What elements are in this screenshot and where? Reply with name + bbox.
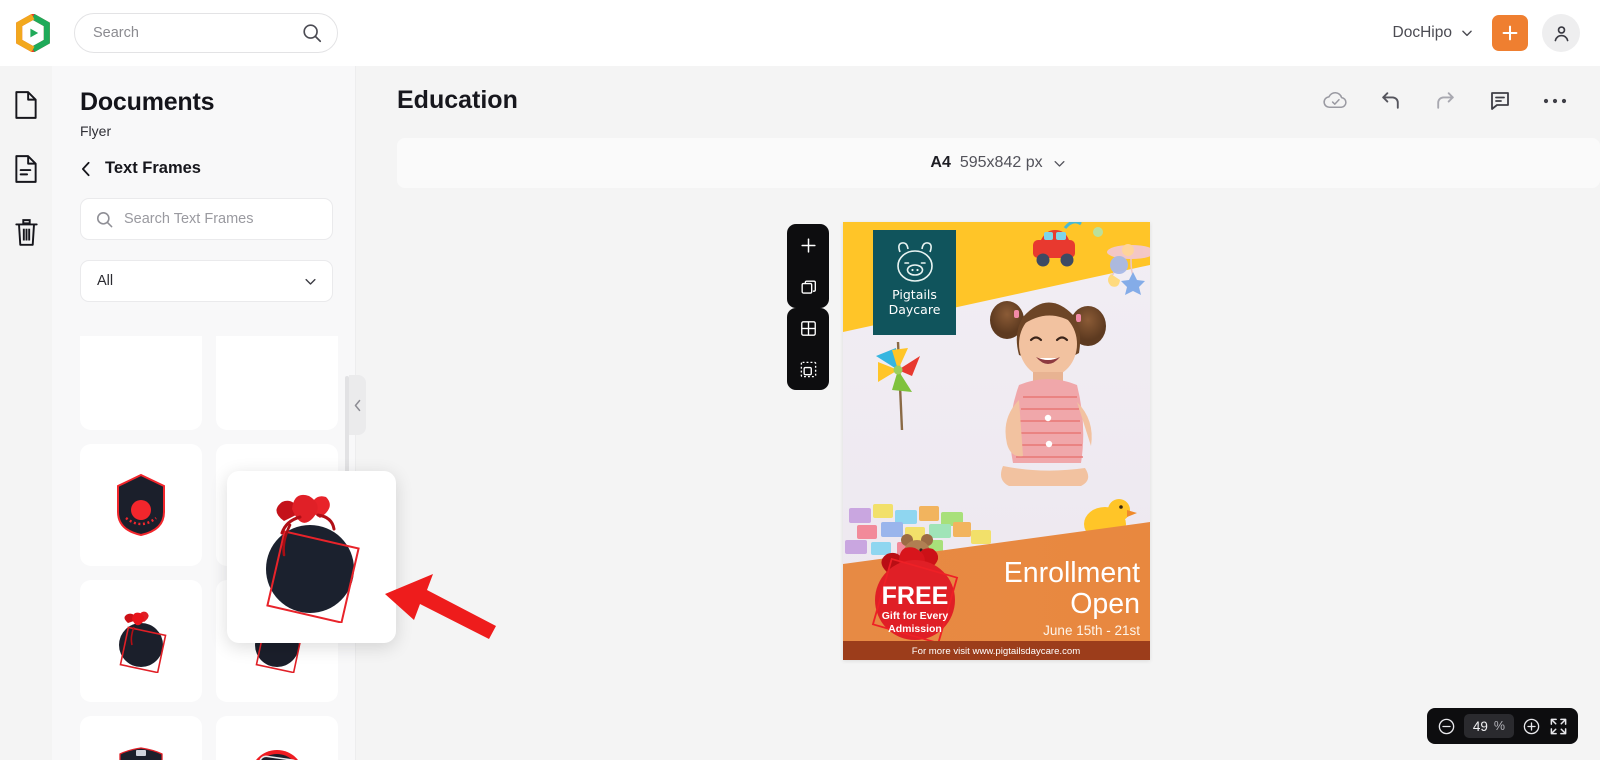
list-item[interactable]: [80, 336, 202, 430]
page-title: Education: [397, 86, 518, 114]
cloud-saved-button[interactable]: [1323, 88, 1348, 113]
add-page-button[interactable]: [793, 230, 823, 260]
undo-arrow-icon: [1382, 92, 1399, 109]
documents-side-panel: Documents Flyer Text Frames All: [52, 66, 356, 760]
minus-circle-icon: [1438, 718, 1455, 734]
left-icon-rail: [0, 66, 52, 760]
duplicate-page-button[interactable]: [793, 272, 823, 302]
list-item[interactable]: [216, 336, 338, 430]
select-area-button[interactable]: [793, 355, 823, 385]
chevron-left-icon: [82, 161, 90, 176]
dochipo-hexagon-play-logo-icon: [16, 14, 50, 52]
redo-arrow-icon: [1437, 92, 1454, 109]
expand-arrows-icon: [1550, 718, 1567, 734]
create-new-button[interactable]: [1492, 15, 1528, 51]
list-item[interactable]: [216, 716, 338, 760]
list-item[interactable]: [80, 580, 202, 702]
grid-view-button[interactable]: [793, 314, 823, 344]
dochipo-editor-app: DocHipo: [0, 0, 1600, 760]
zoom-out-button[interactable]: [1437, 717, 1456, 736]
zoom-level-field[interactable]: 49 %: [1463, 714, 1514, 738]
blank-document-icon: [15, 91, 37, 119]
chevron-down-icon: [305, 278, 316, 285]
global-search[interactable]: [74, 13, 338, 53]
comment-icon: [1491, 91, 1509, 110]
cloud-check-icon: [1323, 91, 1347, 109]
sidebar-item-documents[interactable]: [9, 88, 43, 122]
zoom-level-value: 49: [1472, 718, 1488, 734]
sidebar-item-trash[interactable]: [9, 216, 43, 250]
duplicate-layers-icon: [800, 279, 816, 294]
comments-button[interactable]: [1488, 89, 1512, 113]
panel-title: Documents: [80, 88, 215, 116]
search-input[interactable]: [93, 25, 301, 41]
more-options-button[interactable]: [1542, 96, 1568, 106]
date-line: June 15th - 21st: [1043, 623, 1140, 638]
layout-tools-toolbar: [787, 308, 829, 390]
flyer-artwork: Pigtails Daycare FREE Gift for Every Adm…: [843, 222, 1150, 660]
canvas-area: Education A4 595x842 px Pigtails Daycare…: [357, 66, 1600, 760]
text-frames-category-filter[interactable]: All: [80, 260, 333, 302]
sidebar-item-templates[interactable]: [9, 152, 43, 186]
headline-line-2: Open: [1070, 588, 1140, 620]
plus-circle-icon: [1523, 718, 1540, 734]
size-format-label: A4: [930, 154, 951, 171]
panel-section-label: Text Frames: [105, 159, 201, 177]
trash-icon: [14, 219, 38, 246]
filter-value: All: [97, 273, 114, 289]
panel-subtitle: Flyer: [80, 123, 112, 139]
badge-title: FREE: [882, 582, 949, 610]
ellipsis-icon: [1543, 98, 1567, 103]
chevron-down-icon: [1054, 160, 1065, 167]
document-size-selector[interactable]: A4 595x842 px: [930, 154, 1066, 172]
footer-text: For more visit www.pigtailsdaycare.com: [912, 646, 1080, 657]
plus-icon: [1502, 25, 1518, 41]
fullscreen-button[interactable]: [1549, 717, 1568, 736]
brand-block: [873, 230, 956, 335]
top-bar-right: DocHipo: [1389, 14, 1600, 52]
list-item[interactable]: [80, 716, 202, 760]
chevron-down-icon: [1462, 30, 1472, 37]
page-tools-toolbar: [787, 224, 829, 308]
document-actions: [1323, 88, 1568, 113]
app-logo[interactable]: [0, 14, 66, 52]
size-dimensions-label: 595x842 px: [959, 154, 1043, 171]
badge-sub-2: Admission: [888, 623, 942, 635]
brand-line-1: Pigtails: [892, 287, 937, 302]
back-to-text-frames[interactable]: Text Frames: [52, 139, 355, 178]
headline-line-1: Enrollment: [1004, 557, 1140, 589]
redo-button[interactable]: [1433, 88, 1458, 113]
flyer-canvas[interactable]: Pigtails Daycare FREE Gift for Every Adm…: [843, 222, 1150, 660]
badge-sub-1: Gift for Every: [882, 610, 949, 622]
document-size-bar: A4 595x842 px: [397, 138, 1600, 188]
user-avatar-icon: [1554, 25, 1568, 41]
text-frames-search[interactable]: [80, 198, 333, 240]
bow-circle-frame-preview-icon: [265, 494, 360, 623]
brush-circle-frame-icon: [255, 750, 299, 760]
bow-circle-frame-icon: [119, 611, 167, 673]
plus-icon: [800, 237, 816, 253]
chevron-left-icon: [354, 399, 361, 411]
undo-button[interactable]: [1378, 88, 1403, 113]
workspace-label: DocHipo: [1392, 24, 1452, 41]
text-frames-search-input[interactable]: [124, 211, 318, 227]
workspace-selector[interactable]: DocHipo: [1389, 18, 1478, 48]
dashed-select-icon: [800, 361, 816, 378]
list-item[interactable]: [80, 444, 202, 566]
zoom-in-button[interactable]: [1522, 717, 1541, 736]
shield-dot-frame-icon: [117, 473, 165, 537]
text-frame-hover-preview[interactable]: [227, 471, 396, 643]
lined-document-icon: [15, 155, 37, 183]
brand-line-2: Daycare: [889, 302, 941, 317]
shield-band-frame-icon: [119, 747, 163, 760]
zoom-unit-label: %: [1493, 719, 1505, 733]
grid-icon: [800, 321, 816, 336]
search-icon: [303, 24, 322, 43]
account-button[interactable]: [1542, 14, 1580, 52]
search-icon: [96, 211, 113, 227]
collapse-panel-button[interactable]: [349, 375, 366, 435]
top-bar: DocHipo: [0, 0, 1600, 66]
zoom-control: 49 %: [1426, 708, 1578, 744]
